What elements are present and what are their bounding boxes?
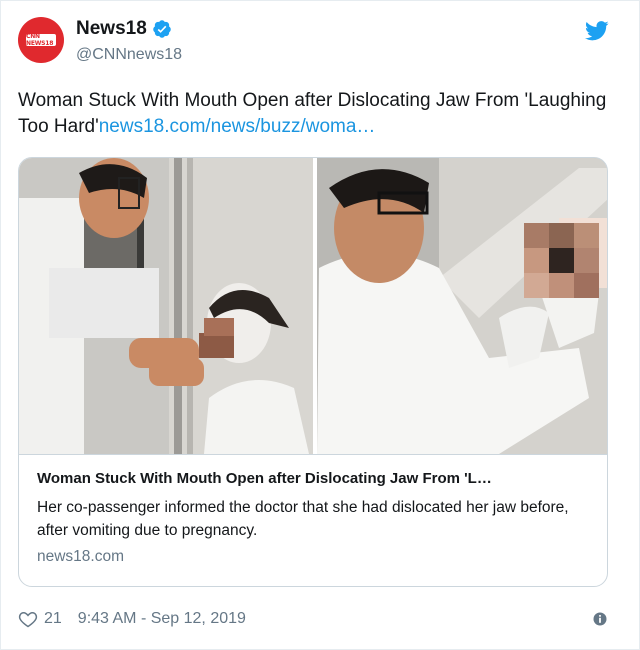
display-name-text: News18	[76, 18, 147, 39]
tweet-footer: 21 9:43 AM - Sep 12, 2019	[18, 607, 246, 631]
handle[interactable]: @CNNnews18	[76, 46, 182, 64]
card-image[interactable]	[19, 158, 608, 454]
card-domain: news18.com	[37, 548, 125, 565]
heart-icon[interactable]	[18, 609, 38, 629]
card-title: Woman Stuck With Mouth Open after Disloc…	[37, 470, 492, 487]
avatar-logo-text: CNN NEWS18	[26, 33, 54, 47]
tweet-embed: CNN NEWS18 News18 @CNNnews18 Woman Stuck…	[0, 0, 640, 650]
tweet-link[interactable]: news18.com/news/buzz/woma…	[99, 116, 376, 137]
avatar-logo: CNN NEWS18	[26, 33, 56, 47]
card-description: Her co-passenger informed the doctor tha…	[37, 499, 569, 539]
display-name[interactable]: News18	[76, 18, 172, 40]
tweet-text: Woman Stuck With Mouth Open after Disloc…	[18, 88, 623, 140]
timestamp[interactable]: 9:43 AM - Sep 12, 2019	[78, 610, 246, 628]
like-count[interactable]: 21	[44, 610, 62, 628]
card-body[interactable]: Woman Stuck With Mouth Open after Disloc…	[19, 454, 607, 586]
info-icon[interactable]	[593, 612, 607, 626]
link-card[interactable]: Woman Stuck With Mouth Open after Disloc…	[18, 157, 608, 587]
twitter-bird-icon[interactable]	[585, 21, 609, 41]
verified-badge-icon	[153, 20, 171, 38]
avatar[interactable]: CNN NEWS18	[18, 17, 64, 63]
